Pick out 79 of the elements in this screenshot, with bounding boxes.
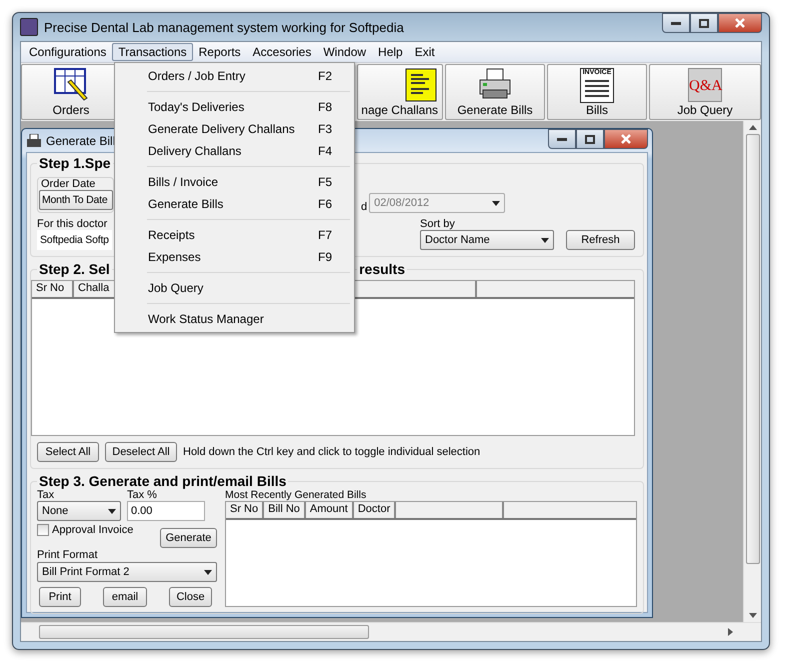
toolbar-button[interactable]: Generate Bills xyxy=(445,64,545,120)
period-dropdown[interactable]: Month To Date xyxy=(39,190,113,210)
doctor-field[interactable]: Softpedia Softp xyxy=(37,230,112,250)
field-label: Sort by xyxy=(420,218,456,230)
column-header: Bill No xyxy=(264,502,306,518)
column-header: Doctor xyxy=(354,502,396,518)
close-button[interactable] xyxy=(718,13,762,33)
minimize-icon xyxy=(557,138,567,140)
minimize-button[interactable] xyxy=(548,129,576,149)
generate-button[interactable]: Generate xyxy=(160,528,217,548)
toolbar-button[interactable]: nage Challans xyxy=(357,64,443,120)
select-all-button[interactable]: Select All xyxy=(37,442,99,462)
close-icon xyxy=(735,18,745,28)
approval-checkbox[interactable] xyxy=(37,524,49,536)
printer-icon xyxy=(477,68,513,100)
tax-dropdown[interactable]: None xyxy=(37,501,121,521)
vertical-scrollbar[interactable] xyxy=(743,121,761,622)
maximize-button[interactable] xyxy=(576,129,604,149)
print-format-dropdown[interactable]: Bill Print Format 2 xyxy=(37,562,217,582)
arrow-down-icon[interactable] xyxy=(748,613,756,618)
menu-item[interactable]: Help xyxy=(372,43,409,61)
table-caption: Most Recently Generated Bills xyxy=(225,489,368,501)
close-icon xyxy=(621,134,631,144)
window-title: Precise Dental Lab management system working for Softpedia xyxy=(44,20,405,34)
menu-item[interactable]: Reports xyxy=(192,43,247,61)
email-button[interactable]: email xyxy=(103,587,147,607)
print-button[interactable]: Print xyxy=(39,587,81,607)
toolbar-button[interactable]: Q&A Job Query xyxy=(649,64,761,120)
column-header: Sr No xyxy=(226,502,264,518)
caret-icon xyxy=(492,200,500,206)
qa-icon: Q&A xyxy=(688,68,722,102)
field-label: Order Date xyxy=(39,178,98,190)
menu-item[interactable]: Configurations xyxy=(23,43,112,61)
refresh-button[interactable]: Refresh xyxy=(566,230,635,250)
document-icon xyxy=(404,68,438,102)
date-dropdown[interactable]: 02/08/2012 xyxy=(369,193,506,213)
maximize-icon xyxy=(585,134,595,144)
section-heading: Step 1.Spe xyxy=(37,156,113,171)
caret-icon xyxy=(204,570,212,574)
menu-entry[interactable]: Expenses F9 xyxy=(117,246,352,268)
menu-item[interactable]: Exit xyxy=(408,43,441,61)
minimize-button[interactable] xyxy=(662,13,690,33)
maximize-icon xyxy=(699,18,709,28)
close-button[interactable] xyxy=(604,129,648,149)
menu-entry[interactable]: Generate Delivery Challans F3 xyxy=(117,118,352,140)
deselect-all-button[interactable]: Deselect All xyxy=(105,442,177,462)
menu-entry[interactable]: Delivery Challans F4 xyxy=(117,140,352,162)
column-header: Sr No xyxy=(32,281,74,297)
arrow-up-icon[interactable] xyxy=(748,125,756,130)
caret-icon xyxy=(541,238,549,242)
field-label: d xyxy=(361,201,368,213)
menu-entry[interactable]: Receipts F7 xyxy=(117,224,352,246)
menu-entry[interactable]: Work Status Manager xyxy=(117,308,352,330)
checkbox-label: Approval Invoice xyxy=(52,524,134,536)
tax-percent-field[interactable]: 0.00 xyxy=(127,501,205,521)
menu-entry[interactable]: Generate Bills F6 xyxy=(117,193,352,215)
section-heading: results xyxy=(357,262,407,277)
column-header: Amount xyxy=(306,502,354,518)
section-heading: Step 3. Generate and print/email Bills xyxy=(37,474,288,489)
printer-icon xyxy=(26,134,42,148)
maximize-button[interactable] xyxy=(690,13,718,33)
caret-icon xyxy=(108,508,116,514)
menu-item[interactable]: Accesories xyxy=(246,43,318,61)
horizontal-scrollbar[interactable] xyxy=(21,622,761,641)
menu-item[interactable]: Window xyxy=(317,43,372,61)
field-label: Print Format xyxy=(37,549,99,561)
section-heading: Step 2. Sel xyxy=(37,262,112,277)
sort-dropdown[interactable]: Doctor Name xyxy=(420,230,554,250)
field-label: For this doctor xyxy=(37,218,108,230)
menu-item[interactable]: Transactions xyxy=(112,43,193,61)
calendar-pencil-icon xyxy=(54,68,88,102)
minimize-icon xyxy=(671,22,681,24)
close-button[interactable]: Close xyxy=(169,587,212,607)
app-icon xyxy=(20,18,38,36)
arrow-right-icon[interactable] xyxy=(728,628,733,636)
field-label: Tax xyxy=(37,489,56,501)
menu-entry[interactable]: Bills / Invoice F5 xyxy=(117,171,352,193)
field-label: Tax % xyxy=(127,489,158,501)
hint-text: Hold down the Ctrl key and click to toggle individual selection xyxy=(183,446,480,458)
